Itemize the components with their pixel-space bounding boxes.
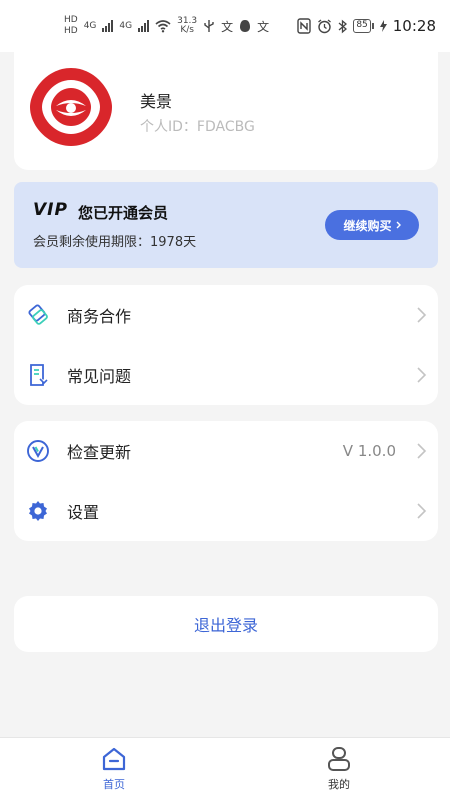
vip-logo: VIP: [33, 200, 68, 220]
status-right: 85 10:28: [297, 17, 436, 35]
menu-card-services: 商务合作 常见问题: [14, 285, 438, 405]
menu-label-check-update: 检查更新: [67, 443, 132, 462]
user-id-value: FDACBG: [196, 119, 255, 135]
menu-label-settings: 设置: [67, 503, 100, 522]
network-type: 4G: [83, 20, 97, 31]
menu-label-business: 商务合作: [67, 307, 132, 326]
bottom-nav: 首页 我的: [0, 737, 450, 800]
chevron-right-icon: [396, 221, 401, 229]
menu-label-faq: 常见问题: [67, 367, 132, 386]
menu-item-faq[interactable]: 常见问题: [14, 345, 438, 405]
nav-label-home: 首页: [103, 778, 125, 791]
battery-level: 85: [353, 19, 371, 33]
clock: 10:28: [392, 17, 436, 35]
home-icon: [102, 747, 126, 771]
user-id-label: 个人ID：: [140, 119, 197, 135]
handshake-icon: [28, 304, 48, 325]
alarm-icon: [318, 18, 332, 33]
chevron-right-icon: [417, 367, 427, 383]
signal-icon-2: [138, 20, 150, 32]
net-speed-unit: K/s: [180, 25, 194, 35]
nav-tab-mine[interactable]: 我的: [299, 746, 379, 792]
logout-button[interactable]: 退出登录: [14, 596, 438, 652]
profile-card: 美景 个人ID：FDACBG: [14, 52, 438, 170]
bluetooth-icon: [338, 19, 348, 33]
signal-icon: [102, 20, 114, 32]
nav-tab-home[interactable]: 首页: [74, 746, 154, 792]
chevron-right-icon: [417, 443, 427, 459]
vip-remaining: 会员剩余使用期限：1978天: [33, 231, 196, 250]
hd-label-top: HD: [64, 15, 78, 25]
renew-button[interactable]: 继续购买: [325, 210, 419, 240]
renew-button-label: 继续购买: [343, 218, 392, 233]
status-left: HD HD 4G 4G 31.3 K/s 文 文: [64, 16, 269, 36]
chevron-right-icon: [417, 307, 427, 323]
menu-item-settings[interactable]: 设置: [14, 481, 438, 541]
username: 美景: [140, 92, 173, 111]
hd-indicators: HD HD: [64, 16, 78, 36]
translate-icon-2: 文: [257, 19, 270, 34]
vip-title: 您已开通会员: [78, 204, 169, 222]
network-type-2: 4G: [119, 20, 133, 31]
vip-banner: VIP 您已开通会员 会员剩余使用期限：1978天 继续购买: [14, 182, 438, 268]
net-speed: 31.3 K/s: [177, 17, 197, 35]
menu-item-business[interactable]: 商务合作: [14, 285, 438, 345]
usb-icon: [204, 20, 214, 32]
charging-icon: [379, 20, 387, 32]
nfc-icon: [297, 18, 312, 34]
status-bar: HD HD 4G 4G 31.3 K/s 文 文 85 10:28: [0, 0, 450, 52]
app-notification-icon: [240, 20, 251, 32]
menu-card-app: 检查更新 V 1.0.0 设置: [14, 421, 438, 541]
user-id-line: 个人ID：FDACBG: [140, 116, 255, 136]
hd-label-bottom: HD: [64, 26, 78, 36]
menu-item-check-update[interactable]: 检查更新 V 1.0.0: [14, 421, 438, 481]
version-v-icon: [27, 440, 49, 462]
avatar[interactable]: [26, 62, 116, 152]
profile-icon: [328, 747, 350, 771]
gear-icon: [29, 501, 47, 521]
wifi-icon: [155, 20, 171, 33]
vip-remaining-label: 会员剩余使用期限：: [33, 235, 151, 250]
nav-label-mine: 我的: [328, 778, 350, 791]
battery-icon: 85: [353, 19, 374, 33]
chevron-right-icon: [417, 503, 427, 519]
translate-icon: 文: [221, 19, 234, 34]
faq-document-icon: [30, 364, 48, 386]
version-value: V 1.0.0: [342, 442, 396, 460]
vip-remaining-value: 1978天: [150, 235, 197, 250]
